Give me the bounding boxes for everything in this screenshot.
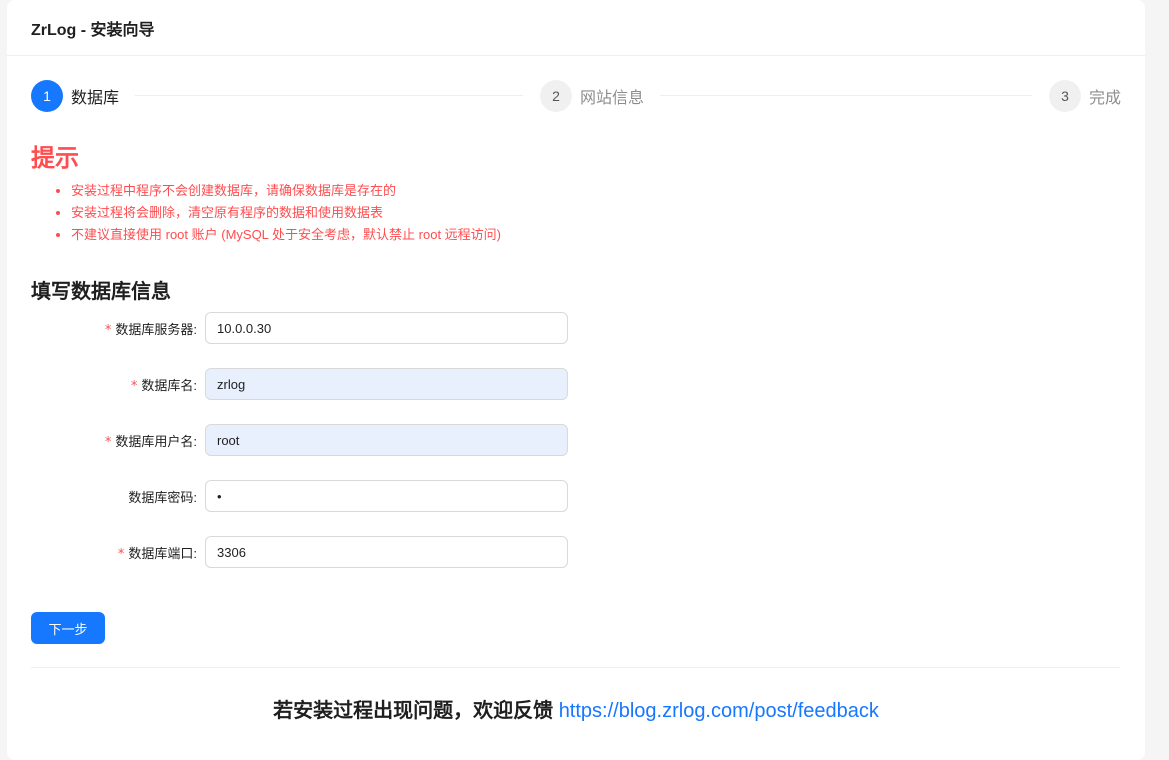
- step-1-indicator: 1: [31, 80, 63, 112]
- step-connector: [135, 95, 523, 96]
- step-site-info: 2 网站信息: [540, 80, 644, 112]
- required-mark: *: [130, 378, 138, 394]
- form-title: 填写数据库信息: [31, 281, 171, 303]
- db-name-row: * 数据库名:: [31, 368, 631, 400]
- feedback-footer: 若安装过程出现问题，欢迎反馈 https://blog.zrlog.com/po…: [7, 694, 1145, 723]
- step-complete: 3 完成: [1049, 80, 1121, 112]
- steps-bar: 1 数据库 2 网站信息 3 完成: [31, 80, 1122, 112]
- db-port-row: * 数据库端口:: [31, 536, 631, 568]
- db-server-label: * 数据库服务器:: [104, 321, 197, 338]
- step-1-title: 数据库: [71, 90, 120, 107]
- step-2-indicator: 2: [540, 80, 572, 112]
- step-3-indicator: 3: [1049, 80, 1081, 112]
- required-mark: *: [104, 434, 112, 450]
- step-database: 1 数据库: [31, 80, 119, 112]
- required-mark: *: [104, 322, 112, 338]
- tips-title: 提示: [31, 145, 79, 172]
- step-3-title: 完成: [1089, 90, 1122, 107]
- card-header: ZrLog - 安装向导: [7, 0, 1145, 56]
- next-step-button[interactable]: 下一步: [31, 612, 105, 644]
- db-user-input[interactable]: [205, 424, 568, 456]
- db-password-row: 数据库密码:: [31, 480, 631, 512]
- step-2-title: 网站信息: [580, 90, 645, 107]
- db-user-row: * 数据库用户名:: [31, 424, 631, 456]
- divider: [31, 667, 1120, 668]
- tips-list: 安装过程中程序不会创建数据库，请确保数据库是存在的 安装过程将会删除，清空原有程…: [31, 180, 501, 246]
- db-password-label: 数据库密码:: [128, 489, 197, 505]
- db-server-input[interactable]: [205, 312, 568, 344]
- tip-item: 安装过程中程序不会创建数据库，请确保数据库是存在的: [71, 180, 501, 202]
- tip-item: 不建议直接使用 root 账户 (MySQL 处于安全考虑，默认禁止 root …: [71, 224, 501, 246]
- db-port-input[interactable]: [205, 536, 568, 568]
- page-title: ZrLog - 安装向导: [31, 21, 155, 39]
- install-wizard-card: ZrLog - 安装向导 1 数据库 2 网站信息 3 完成 提示 安装过程中程…: [7, 0, 1145, 760]
- required-mark: *: [117, 546, 125, 562]
- db-name-input[interactable]: [205, 368, 568, 400]
- db-server-row: * 数据库服务器:: [31, 312, 631, 344]
- db-name-label: * 数据库名:: [130, 377, 197, 394]
- db-user-label: * 数据库用户名:: [104, 433, 197, 450]
- step-connector: [660, 95, 1032, 96]
- feedback-text: 若安装过程出现问题，欢迎反馈: [273, 700, 554, 722]
- db-password-input[interactable]: [205, 480, 568, 512]
- feedback-link[interactable]: https://blog.zrlog.com/post/feedback: [559, 700, 879, 722]
- tip-item: 安装过程将会删除，清空原有程序的数据和使用数据表: [71, 202, 501, 224]
- db-port-label: * 数据库端口:: [117, 545, 197, 562]
